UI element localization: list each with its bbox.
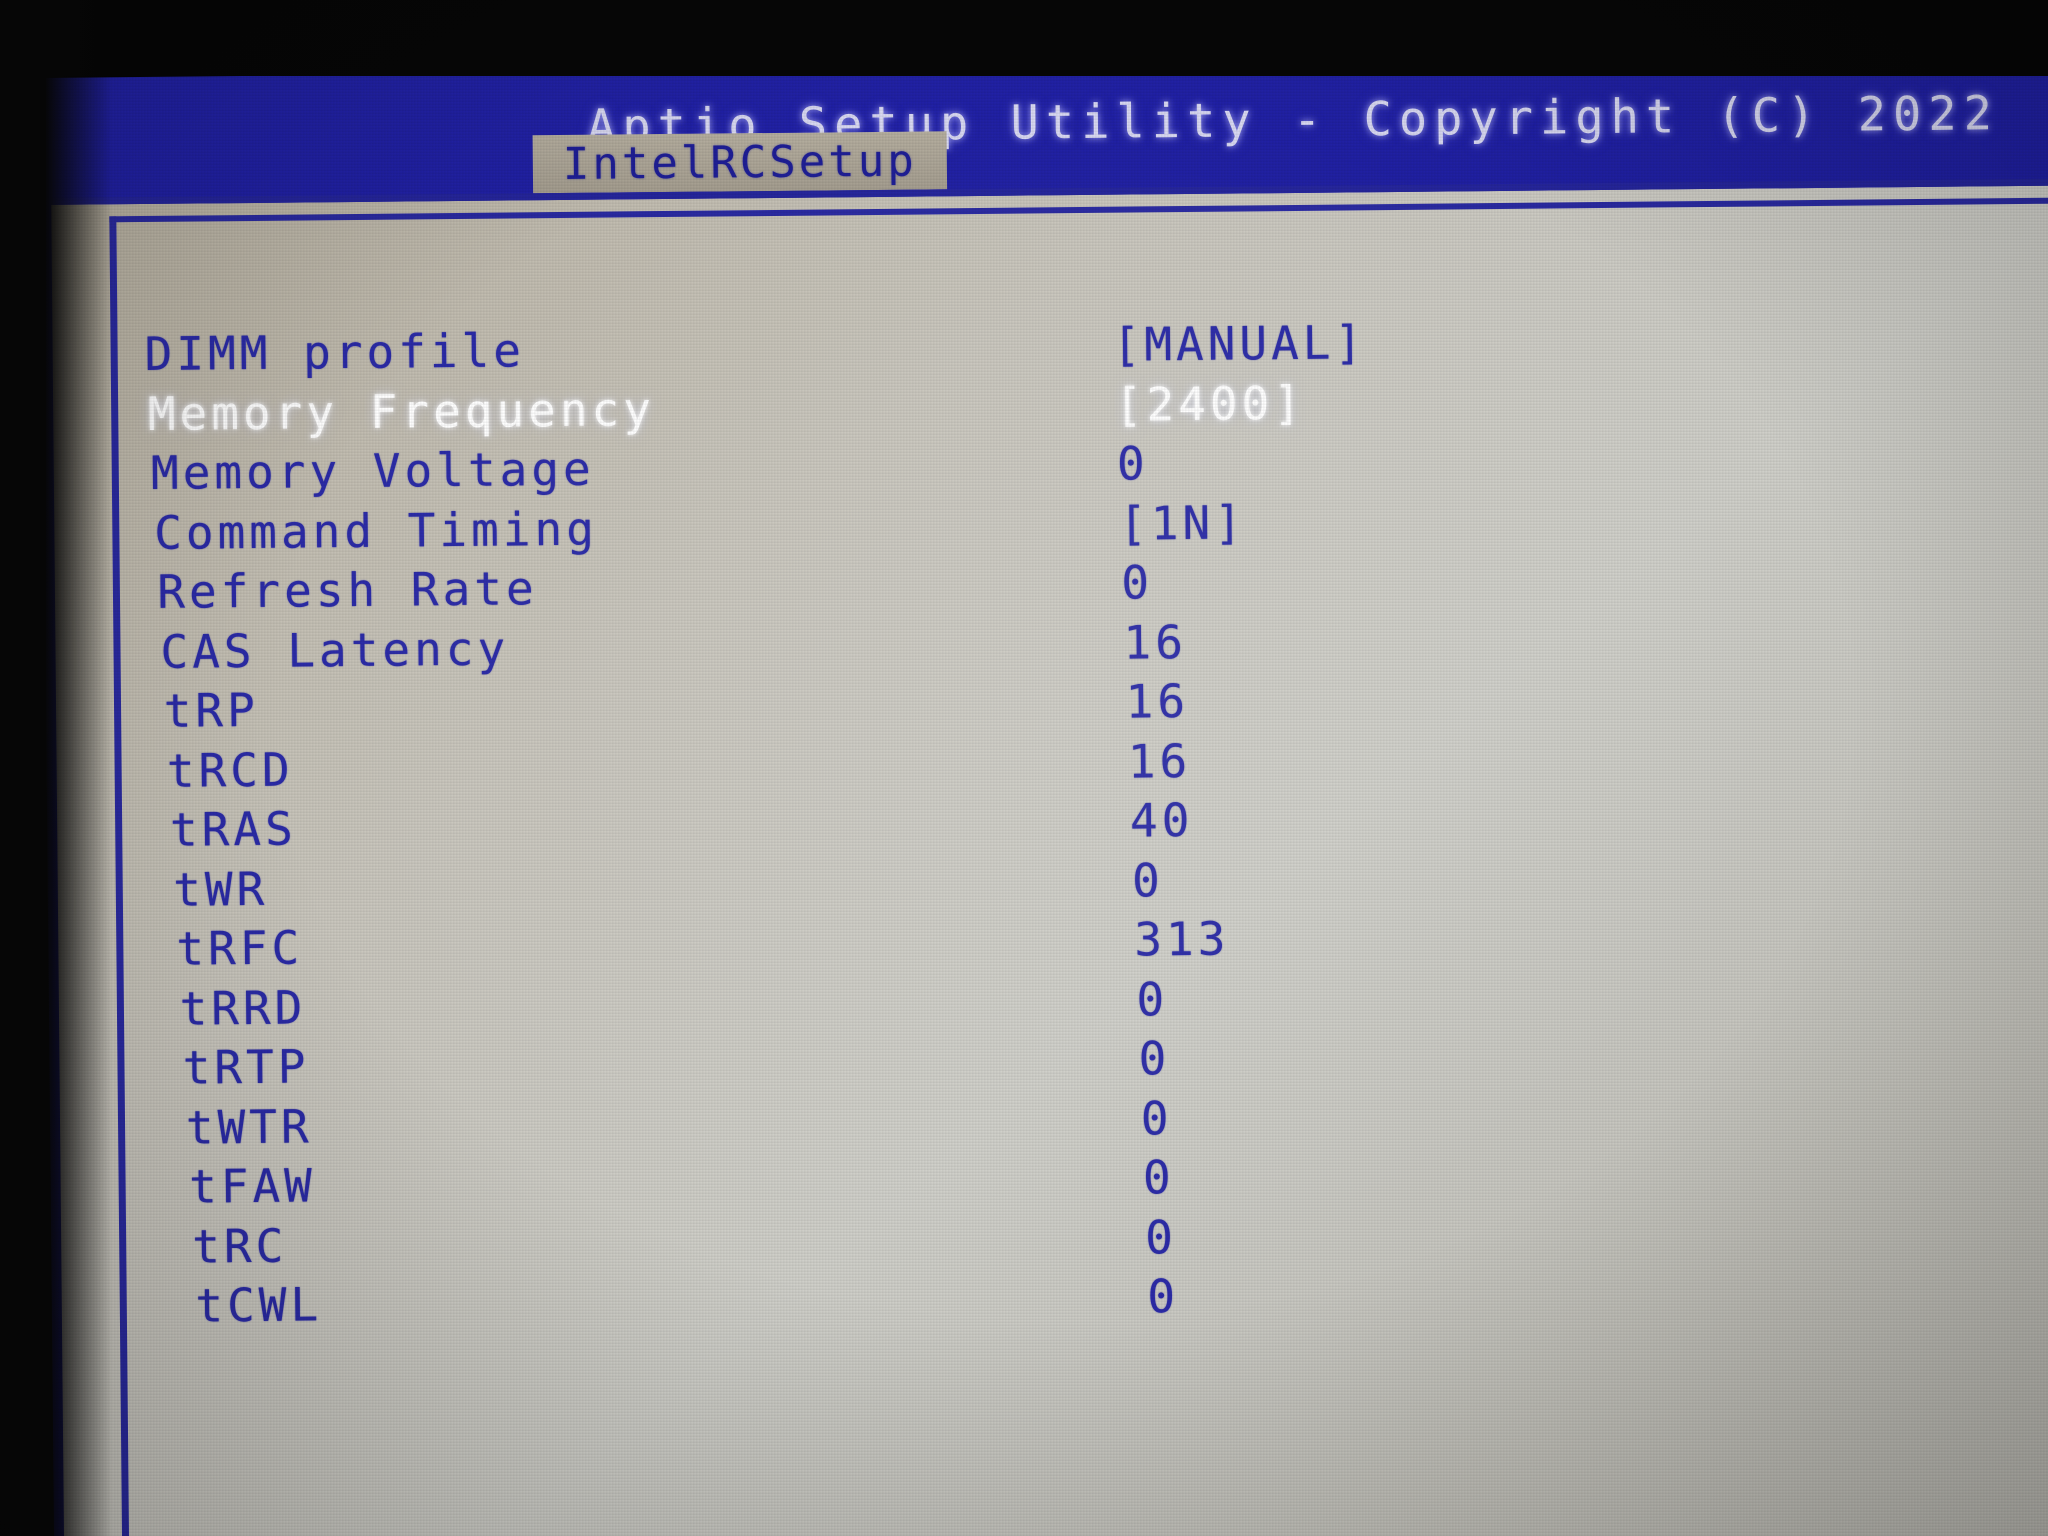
screen-area: Aptio Setup Utility - Copyright (C) 2022… bbox=[40, 58, 2048, 1536]
tab-intelrcsetup[interactable]: IntelRCSetup bbox=[532, 131, 948, 194]
setting-label: CAS Latency bbox=[160, 621, 510, 679]
setting-label: tRRD bbox=[179, 979, 307, 1036]
setting-label: tRFC bbox=[176, 920, 304, 976]
monitor-bezel-top bbox=[0, 0, 2048, 76]
setting-label: tRP bbox=[163, 682, 260, 738]
monitor-photo: Aptio Setup Utility - Copyright (C) 2022… bbox=[0, 0, 2048, 1536]
setting-label: tWTR bbox=[185, 1098, 313, 1155]
setting-value[interactable]: [MANUAL] bbox=[1112, 315, 1366, 371]
setting-value[interactable]: 0 bbox=[1138, 1031, 1170, 1085]
bios-setup-screen: Aptio Setup Utility - Copyright (C) 2022… bbox=[40, 58, 2048, 1536]
setting-value[interactable]: 0 bbox=[1141, 1091, 1173, 1145]
setting-label: tRCD bbox=[166, 742, 294, 798]
setting-value[interactable]: 16 bbox=[1128, 733, 1192, 788]
setting-value[interactable]: 0 bbox=[1132, 853, 1164, 907]
monitor-bezel-left-shadow bbox=[0, 0, 112, 1536]
setting-value[interactable]: 0 bbox=[1121, 555, 1153, 609]
setting-value[interactable]: 0 bbox=[1136, 972, 1168, 1026]
setting-value[interactable]: 0 bbox=[1147, 1269, 1179, 1323]
setting-value[interactable]: 16 bbox=[1123, 615, 1187, 670]
setting-value[interactable]: 0 bbox=[1145, 1210, 1177, 1264]
setting-label: tFAW bbox=[188, 1158, 317, 1214]
setting-value[interactable]: [1N] bbox=[1119, 495, 1246, 550]
setting-value[interactable]: 313 bbox=[1134, 912, 1230, 967]
setting-label: DIMM profile bbox=[144, 323, 526, 382]
setting-label: tCWL bbox=[195, 1277, 323, 1333]
setting-value[interactable]: [2400] bbox=[1115, 375, 1306, 431]
setting-label: Refresh Rate bbox=[157, 561, 538, 619]
setting-label: Memory Voltage bbox=[150, 441, 595, 500]
tab-label: IntelRCSetup bbox=[562, 135, 917, 190]
setting-label: tRAS bbox=[169, 801, 298, 857]
setting-label: Command Timing bbox=[153, 501, 599, 560]
setting-label: tRC bbox=[191, 1218, 288, 1274]
setting-value[interactable]: 0 bbox=[1143, 1150, 1175, 1204]
setting-label: tRTP bbox=[182, 1039, 310, 1095]
settings-list: DIMM profile [MANUAL] Memory Frequency [240… bbox=[51, 185, 2048, 1536]
settings-panel: DIMM profile [MANUAL] Memory Frequency [240… bbox=[51, 178, 2048, 1536]
setting-value[interactable]: 40 bbox=[1130, 793, 1194, 848]
setting-label: Memory Frequency bbox=[147, 381, 656, 441]
setting-value[interactable]: 16 bbox=[1125, 674, 1189, 729]
setting-label: tWR bbox=[172, 861, 269, 917]
setting-value[interactable]: 0 bbox=[1117, 436, 1149, 490]
